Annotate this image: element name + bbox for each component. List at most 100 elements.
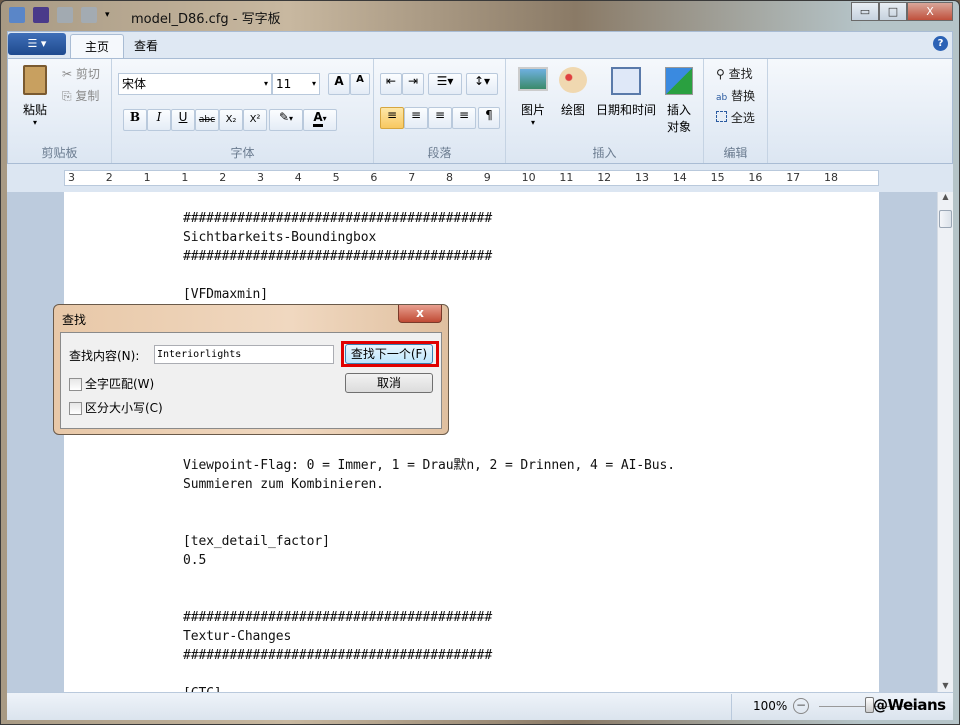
wordpad-icon (9, 7, 25, 23)
ruler-tick-label: 2 (105, 171, 113, 184)
window-title: model_D86.cfg - 写字板 (131, 12, 281, 27)
ruler-tick-label: 15 (710, 171, 725, 184)
find-what-input[interactable] (154, 345, 334, 364)
ruler-tick-label: 2 (219, 171, 227, 184)
scroll-down-icon[interactable]: ▼ (938, 681, 953, 690)
quick-access-toolbar: ▾ (9, 7, 110, 23)
ruler-tick-label: 7 (408, 171, 416, 184)
document-line[interactable]: [VFDmaxmin] (183, 285, 675, 304)
customize-qat-icon[interactable]: ▾ (105, 10, 110, 20)
document-page[interactable]: ########################################… (64, 192, 879, 692)
document-line[interactable]: ######################################## (183, 209, 675, 228)
select-all-button[interactable]: 全选 (716, 109, 755, 126)
save-icon[interactable] (33, 7, 49, 23)
whole-word-checkbox[interactable]: 全字匹配(W) (69, 375, 154, 392)
insert-object-button[interactable]: 插入 对象 (662, 67, 696, 135)
ruler-tick-label: 13 (635, 171, 649, 184)
vertical-scrollbar[interactable]: ▲ ▼ (937, 192, 953, 692)
increase-indent-button[interactable]: ⇥ (402, 73, 424, 95)
bold-button[interactable]: B (123, 109, 147, 131)
scroll-thumb[interactable] (939, 210, 952, 228)
document-line[interactable]: ######################################## (183, 608, 675, 627)
ruler-tick-label: 5 (332, 171, 340, 184)
align-right-button[interactable]: ≡ (428, 107, 452, 129)
find-next-button[interactable]: 查找下一个(F) (345, 344, 433, 364)
dialog-close-button[interactable]: x (398, 305, 442, 323)
document-line[interactable]: Sichtbarkeits-Boundingbox (183, 228, 675, 247)
date-time-button[interactable]: 日期和时间 (594, 67, 658, 118)
font-family-select[interactable]: 宋体 ▾ (118, 73, 272, 95)
document-line[interactable]: Textur-Changes (183, 627, 675, 646)
minimize-button[interactable]: ▭ (851, 2, 879, 21)
document-line[interactable] (183, 589, 675, 608)
copy-button[interactable]: ⎘ 复制 (62, 87, 99, 104)
ruler[interactable]: 3 2 1 1 2 3 4 5 6 7 8 9 10 11 12 13 14 15 16 17 18 (7, 164, 953, 192)
document-text[interactable]: ########################################… (183, 209, 675, 692)
find-button[interactable]: ⚲ 查找 (716, 65, 753, 82)
align-left-button[interactable]: ≡ (380, 107, 404, 129)
redo-icon[interactable] (81, 7, 97, 23)
object-icon (665, 67, 693, 95)
bullets-button[interactable]: ☰▾ (428, 73, 462, 95)
document-line[interactable]: ######################################## (183, 646, 675, 665)
document-line[interactable] (183, 665, 675, 684)
document-line[interactable]: [CTC] (183, 684, 675, 692)
zoom-out-button[interactable]: − (793, 698, 809, 714)
cancel-button[interactable]: 取消 (345, 373, 433, 393)
justify-button[interactable]: ≡ (452, 107, 476, 129)
shrink-font-button[interactable]: A (350, 73, 370, 95)
replace-button[interactable]: ab 替换 (716, 87, 755, 104)
highlight-color-button[interactable]: ✎▾ (269, 109, 303, 131)
superscript-button[interactable]: X² (243, 109, 267, 131)
cut-button[interactable]: ✂ 剪切 (62, 65, 100, 82)
font-size-select[interactable]: 11 ▾ (272, 73, 320, 95)
document-line[interactable]: Summieren zum Kombinieren. (183, 475, 675, 494)
match-case-checkbox[interactable]: 区分大小写(C) (69, 399, 163, 416)
picture-button[interactable]: 图片 ▾ (516, 67, 550, 127)
document-line[interactable]: [tex_detail_factor] (183, 532, 675, 551)
binoculars-icon: ⚲ (716, 67, 725, 81)
document-line[interactable] (183, 494, 675, 513)
line-spacing-button[interactable]: ↕▾ (466, 73, 498, 95)
ruler-tick-label: 1 (181, 171, 189, 184)
ruler-tick-label: 4 (294, 171, 302, 184)
tab-home[interactable]: 主页 (70, 34, 125, 59)
app-menu-button[interactable]: ☰ ▾ (8, 33, 66, 55)
font-group: 宋体 ▾ 11 ▾ A A B I U abc X₂ X² ✎▾ A▾ 字体 (112, 59, 374, 163)
scroll-up-icon[interactable]: ▲ (938, 192, 953, 201)
document-line[interactable] (183, 513, 675, 532)
find-what-label: 查找内容(N): (69, 349, 140, 363)
document-line[interactable]: Viewpoint-Flag: 0 = Immer, 1 = Drau默n, 2… (183, 456, 675, 475)
document-line[interactable]: 0.5 (183, 551, 675, 570)
ruler-tick-label: 18 (824, 171, 838, 184)
ruler-tick-label: 14 (672, 171, 687, 184)
align-center-button[interactable]: ≡ (404, 107, 428, 129)
paste-label: 粘贴 (22, 103, 47, 117)
close-button[interactable]: X (907, 2, 953, 21)
font-color-button[interactable]: A▾ (303, 109, 337, 131)
paint-drawing-button[interactable]: 绘图 (556, 67, 590, 118)
underline-button[interactable]: U (171, 109, 195, 131)
tab-view[interactable]: 查看 (120, 34, 172, 59)
document-line[interactable]: ######################################## (183, 247, 675, 266)
document-line[interactable] (183, 570, 675, 589)
ribbon: 粘贴 ▾ ✂ 剪切 ⎘ 复制 剪贴板 宋体 ▾ 11 ▾ A A B I U abc… (7, 58, 953, 164)
clipboard-group-label: 剪贴板 (41, 146, 78, 160)
paste-button[interactable]: 粘贴 ▾ (16, 65, 54, 135)
help-icon[interactable]: ? (933, 36, 948, 51)
highlighter-icon: ✎ (278, 110, 290, 124)
paragraph-button[interactable]: ¶ (478, 107, 500, 129)
maximize-button[interactable]: □ (879, 2, 907, 21)
subscript-button[interactable]: X₂ (219, 109, 243, 131)
grow-font-button[interactable]: A (328, 73, 350, 95)
decrease-indent-button[interactable]: ⇤ (380, 73, 402, 95)
ruler-tick-label: 9 (483, 171, 491, 184)
strikethrough-button[interactable]: abc (195, 109, 219, 131)
italic-button[interactable]: I (147, 109, 171, 131)
ruler-bar[interactable]: 3 2 1 1 2 3 4 5 6 7 8 9 10 11 12 13 14 15 16 17 18 (64, 170, 879, 186)
document-line[interactable] (183, 437, 675, 456)
ruler-tick-label: 12 (597, 171, 612, 184)
undo-icon[interactable] (57, 7, 73, 23)
document-line[interactable] (183, 266, 675, 285)
paragraph-group-label: 段落 (427, 146, 452, 160)
